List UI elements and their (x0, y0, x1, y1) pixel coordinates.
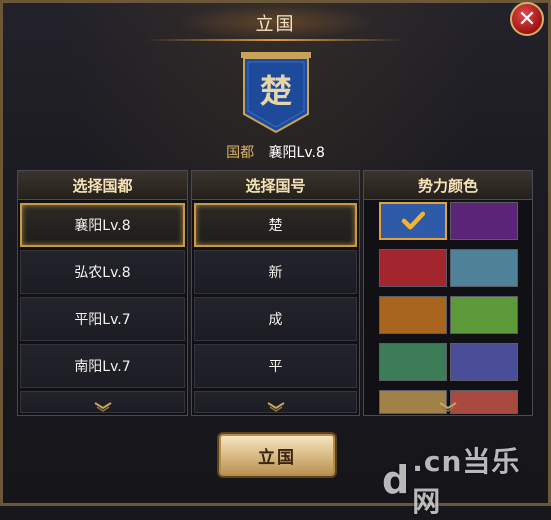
color-swatch[interactable] (450, 249, 518, 287)
window-title: 立国 (255, 14, 296, 35)
watermark-text: .cn当乐网 (412, 445, 521, 518)
name-panel-header: 选择国号 (192, 171, 359, 200)
capital-display: 国都 襄阳Lv.8 (0, 142, 551, 162)
capital-option[interactable]: 襄阳Lv.8 (20, 203, 185, 247)
chevron-down-icon[interactable] (93, 401, 113, 413)
capital-option[interactable]: 南阳Lv.7 (20, 344, 185, 388)
chevron-down-icon[interactable] (266, 401, 286, 413)
color-swatch[interactable] (379, 202, 447, 240)
color-swatch[interactable] (450, 390, 518, 414)
color-swatch[interactable] (379, 249, 447, 287)
close-button[interactable]: ✕ (510, 2, 544, 36)
color-swatch[interactable] (450, 202, 518, 240)
color-swatch[interactable] (450, 343, 518, 381)
watermark: d .cn当乐网 (382, 445, 547, 518)
color-panel: 势力颜色 (363, 170, 533, 416)
kingdom-banner: 楚 (241, 52, 311, 134)
name-option[interactable]: 平 (194, 344, 357, 388)
name-option[interactable]: 成 (194, 297, 357, 341)
name-option[interactable]: 楚 (194, 203, 357, 247)
found-kingdom-button[interactable]: 立国 (219, 434, 335, 476)
name-option[interactable]: 新 (194, 250, 357, 294)
name-panel: 选择国号 楚 新 成 平 (191, 170, 360, 416)
capital-option[interactable]: 平阳Lv.7 (20, 297, 185, 341)
color-swatch[interactable] (379, 296, 447, 334)
capital-label: 国都 (226, 145, 255, 161)
color-swatch[interactable] (379, 343, 447, 381)
color-swatch[interactable] (450, 296, 518, 334)
capital-panel-header: 选择国都 (18, 171, 187, 200)
chevron-down-icon[interactable] (438, 401, 458, 413)
checkmark-icon (401, 211, 426, 230)
color-swatch[interactable] (379, 390, 447, 414)
title-bar: 立国 (0, 3, 551, 43)
watermark-d: d (382, 458, 411, 502)
capital-panel: 选择国都 襄阳Lv.8 弘农Lv.8 平阳Lv.7 南阳Lv.7 (17, 170, 188, 416)
capital-option[interactable]: 弘农Lv.8 (20, 250, 185, 294)
capital-value: 襄阳Lv.8 (268, 145, 325, 161)
banner-character: 楚 (260, 72, 292, 110)
color-panel-header: 势力颜色 (364, 171, 532, 200)
